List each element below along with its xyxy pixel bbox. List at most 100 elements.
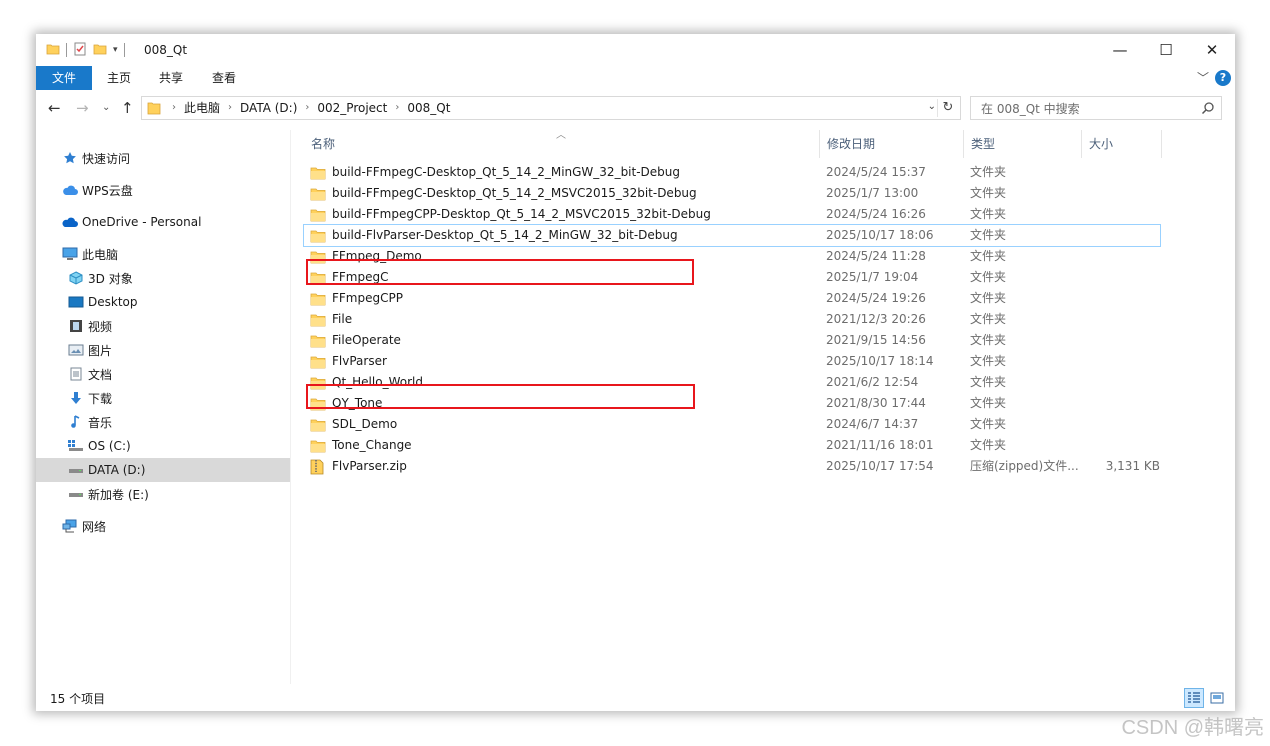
sidebar-item-wps-cloud[interactable]: WPS云盘 — [36, 178, 290, 202]
file-name: build-FFmpegC-Desktop_Qt_5_14_2_MinGW_32… — [332, 165, 681, 179]
file-name-cell[interactable]: SDL_Demo — [310, 414, 815, 435]
file-name-cell[interactable]: Qt_Hello_World — [310, 372, 815, 393]
back-arrow-icon[interactable]: ← — [48, 99, 61, 117]
sidebar-item-desktop[interactable]: Desktop — [36, 290, 290, 314]
breadcrumb-008-qt[interactable]: 008_Qt — [407, 97, 450, 119]
table-row[interactable]: File 2021/12/3 20:26 文件夹 — [304, 309, 1160, 330]
breadcrumb-data-drive[interactable]: DATA (D:) — [240, 97, 297, 119]
address-dropdown-icon[interactable]: ⌄ — [928, 101, 936, 112]
file-name-cell[interactable]: QY_Tone — [310, 393, 815, 414]
file-name-cell[interactable]: build-FFmpegCPP-Desktop_Qt_5_14_2_MSVC20… — [310, 204, 815, 225]
sidebar-item-this-pc[interactable]: 此电脑 — [36, 242, 290, 266]
file-name: QY_Tone — [332, 396, 383, 410]
size-cell — [1090, 393, 1160, 414]
column-header-size[interactable]: 大小 — [1082, 130, 1162, 158]
forward-arrow-icon[interactable]: → — [76, 99, 89, 117]
size-cell — [1090, 267, 1160, 288]
file-name-cell[interactable]: FFmpeg_Demo — [310, 246, 815, 267]
table-row[interactable]: Qt_Hello_World 2021/6/2 12:54 文件夹 — [304, 372, 1160, 393]
file-name: FlvParser.zip — [332, 459, 407, 473]
details-view-icon[interactable] — [1184, 688, 1204, 708]
expand-ribbon-icon[interactable]: ﹀ — [1197, 69, 1209, 86]
maximize-button[interactable]: ☐ — [1143, 34, 1189, 66]
desktop-icon — [68, 294, 84, 310]
file-name-cell[interactable]: FFmpegCPP — [310, 288, 815, 309]
sidebar-item-os-c[interactable]: OS (C:) — [36, 434, 290, 458]
refresh-icon[interactable]: ↻ — [937, 99, 958, 117]
sidebar-item-onedrive[interactable]: OneDrive - Personal — [36, 210, 290, 234]
breadcrumb-separator-icon[interactable]: › — [297, 97, 317, 119]
date-modified-cell: 2025/1/7 19:04 — [826, 270, 919, 284]
sidebar-item-videos[interactable]: 视频 — [36, 314, 290, 338]
file-list: ︿ 名称 修改日期 类型 大小 build-FFmpegC-Desktop_Qt… — [294, 130, 1235, 684]
table-row[interactable]: build-FFmpegCPP-Desktop_Qt_5_14_2_MSVC20… — [304, 204, 1160, 225]
date-modified-cell: 2024/5/24 16:26 — [826, 207, 926, 221]
file-name-cell[interactable]: build-FFmpegC-Desktop_Qt_5_14_2_MinGW_32… — [310, 162, 815, 183]
new-folder-icon[interactable] — [93, 42, 107, 59]
folder-icon — [310, 354, 326, 370]
file-name-cell[interactable]: File — [310, 309, 815, 330]
column-header-date[interactable]: 修改日期 — [820, 130, 964, 158]
navigation-pane: 快速访问 WPS云盘 OneDrive - Personal 此电脑 3D 对象… — [36, 130, 290, 684]
file-name-cell[interactable]: build-FFmpegC-Desktop_Qt_5_14_2_MSVC2015… — [310, 183, 815, 204]
breadcrumb-separator-icon[interactable]: › — [220, 97, 240, 119]
size-cell — [1090, 288, 1160, 309]
ribbon-tabs: 文件 主页 共享 查看 ﹀ ? — [36, 66, 1235, 90]
table-row[interactable]: build-FFmpegC-Desktop_Qt_5_14_2_MinGW_32… — [304, 162, 1160, 183]
minimize-button[interactable]: — — [1097, 34, 1143, 66]
table-row[interactable]: Tone_Change 2021/11/16 18:01 文件夹 — [304, 435, 1160, 456]
help-icon[interactable]: ? — [1215, 70, 1231, 86]
sidebar-item-new-volume-e[interactable]: 新加卷 (E:) — [36, 482, 290, 506]
column-header-name[interactable]: 名称 — [304, 130, 820, 158]
table-row[interactable]: FFmpegC 2025/1/7 19:04 文件夹 — [304, 267, 1160, 288]
column-header-type[interactable]: 类型 — [964, 130, 1082, 158]
download-icon — [68, 390, 84, 406]
tab-view[interactable]: 查看 — [199, 66, 249, 90]
file-name-cell[interactable]: FileOperate — [310, 330, 815, 351]
large-icons-view-icon[interactable] — [1207, 688, 1227, 708]
table-row[interactable]: FileOperate 2021/9/15 14:56 文件夹 — [304, 330, 1160, 351]
pane-divider[interactable] — [290, 130, 291, 684]
tab-home[interactable]: 主页 — [94, 66, 144, 90]
table-row[interactable]: QY_Tone 2021/8/30 17:44 文件夹 — [304, 393, 1160, 414]
search-box[interactable] — [970, 96, 1222, 120]
table-row[interactable]: SDL_Demo 2024/6/7 14:37 文件夹 — [304, 414, 1160, 435]
sidebar-item-pictures[interactable]: 图片 — [36, 338, 290, 362]
tab-file[interactable]: 文件 — [36, 66, 92, 90]
sidebar-item-quick-access[interactable]: 快速访问 — [36, 146, 290, 170]
breadcrumb-002-project[interactable]: 002_Project — [317, 97, 387, 119]
table-row[interactable]: FFmpeg_Demo 2024/5/24 11:28 文件夹 — [304, 246, 1160, 267]
properties-icon[interactable] — [73, 42, 87, 59]
table-row[interactable]: FlvParser 2025/10/17 18:14 文件夹 — [304, 351, 1160, 372]
folder-icon — [310, 186, 326, 202]
table-row[interactable]: FFmpegCPP 2024/5/24 19:26 文件夹 — [304, 288, 1160, 309]
table-row[interactable]: build-FFmpegC-Desktop_Qt_5_14_2_MSVC2015… — [304, 183, 1160, 204]
breadcrumb-separator-icon[interactable]: › — [172, 97, 184, 119]
sidebar-item-downloads[interactable]: 下载 — [36, 386, 290, 410]
file-name-cell[interactable]: Tone_Change — [310, 435, 815, 456]
sidebar-item-music[interactable]: 音乐 — [36, 410, 290, 434]
search-icon[interactable] — [1201, 101, 1215, 118]
file-name: File — [332, 312, 353, 326]
window-controls: — ☐ ✕ — [1097, 34, 1235, 66]
table-row[interactable]: FlvParser.zip 2025/10/17 17:54 压缩(zipped)文… — [304, 456, 1160, 477]
breadcrumb-separator-icon[interactable]: › — [387, 97, 407, 119]
close-button[interactable]: ✕ — [1189, 34, 1235, 66]
recent-locations-icon[interactable]: ⌄ — [102, 102, 110, 113]
tab-share[interactable]: 共享 — [146, 66, 196, 90]
file-name-cell[interactable]: FlvParser — [310, 351, 815, 372]
table-row[interactable]: build-FlvParser-Desktop_Qt_5_14_2_MinGW_… — [303, 224, 1161, 247]
address-bar[interactable]: › 此电脑 › DATA (D:) › 002_Project › 008_Qt… — [141, 96, 961, 120]
type-cell: 文件夹 — [970, 354, 1007, 368]
file-name-cell[interactable]: FFmpegC — [310, 267, 815, 288]
sidebar-item-data-d[interactable]: DATA (D:) — [36, 458, 290, 482]
up-arrow-icon[interactable]: ↑ — [121, 99, 134, 117]
sidebar-item-3d-objects[interactable]: 3D 对象 — [36, 266, 290, 290]
customize-dropdown-icon[interactable]: ▾ — [113, 45, 118, 55]
sidebar-item-network[interactable]: 网络 — [36, 514, 290, 538]
breadcrumb-this-pc[interactable]: 此电脑 — [184, 97, 220, 119]
file-name-cell[interactable]: build-FlvParser-Desktop_Qt_5_14_2_MinGW_… — [310, 225, 815, 246]
sidebar-item-documents[interactable]: 文档 — [36, 362, 290, 386]
search-input[interactable] — [979, 100, 1193, 118]
file-name-cell[interactable]: FlvParser.zip — [310, 456, 815, 477]
